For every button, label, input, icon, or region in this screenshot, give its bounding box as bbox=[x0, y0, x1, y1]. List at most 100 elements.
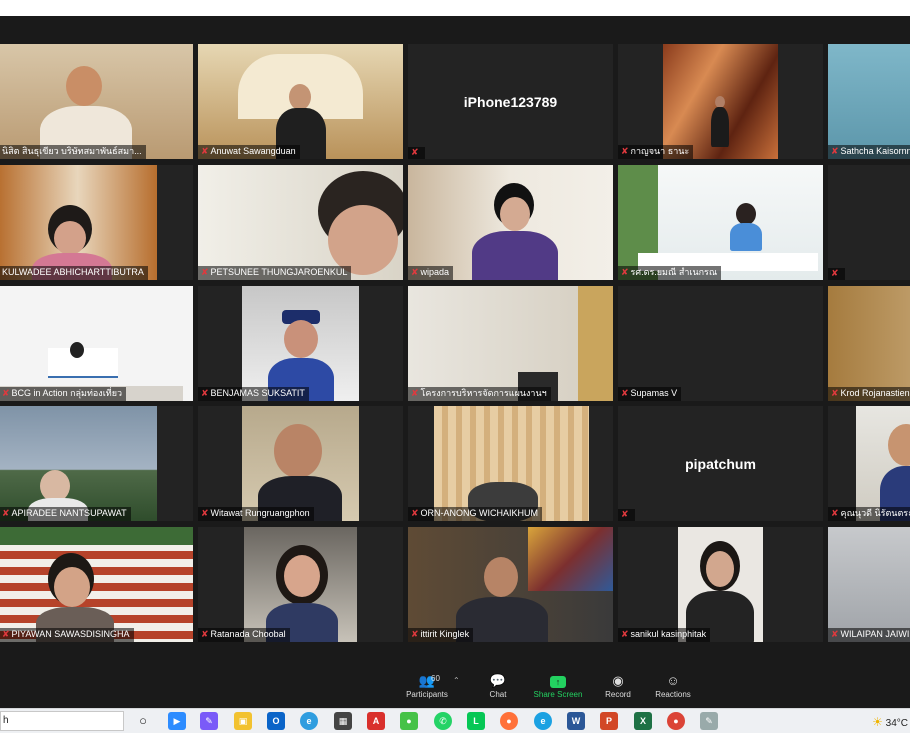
participant-name-label: ✘ APIRADEE NANTSUPAWAT bbox=[0, 507, 131, 521]
participant-tile[interactable]: ✘ WILAIPAN JAIWIL bbox=[828, 527, 910, 642]
participants-button[interactable]: 👥 60 ⌃ Participants bbox=[397, 672, 460, 699]
participant-name: คุณนุวดี นิรัตนตระกูล bbox=[840, 508, 910, 518]
participant-video bbox=[198, 44, 403, 159]
reactions-icon: ☺ bbox=[666, 673, 680, 688]
mic-muted-icon: ✘ bbox=[411, 388, 419, 398]
store-icon[interactable]: ▦ bbox=[334, 712, 352, 730]
mic-muted-icon: ✘ bbox=[201, 388, 209, 398]
participant-tile[interactable]: ✘ Witawat Rungruangphon bbox=[198, 406, 403, 521]
mic-muted-icon: ✘ bbox=[411, 267, 419, 277]
chevron-up-icon[interactable]: ⌃ bbox=[453, 676, 460, 685]
outlook-icon[interactable]: O bbox=[267, 712, 285, 730]
participant-name-label: ✘ bbox=[828, 268, 845, 280]
participant-tile[interactable]: ✘ Krod Rojanastien bbox=[828, 286, 910, 401]
participant-name: รศ.ดร.ยมณี สำเนกรณ bbox=[630, 267, 718, 277]
share-screen-icon: ↑ bbox=[528, 672, 588, 690]
participant-name: sanikul kasinphitak bbox=[630, 629, 707, 639]
mic-muted-icon: ✘ bbox=[621, 629, 629, 639]
firefox-icon[interactable]: ● bbox=[500, 712, 518, 730]
participant-tile[interactable]: ✘ Supamas V bbox=[618, 286, 823, 401]
participant-tile[interactable]: KULWADEE ABHICHARTTIBUTRA bbox=[0, 165, 193, 280]
participant-name: BENJAMAS SUKSATIT bbox=[210, 388, 305, 398]
wechat-icon[interactable]: ● bbox=[400, 712, 418, 730]
chrome-icon[interactable]: ● bbox=[667, 712, 685, 730]
participant-name: Supamas V bbox=[630, 388, 678, 398]
participant-tile[interactable]: ✘ Ratanada Choobal bbox=[198, 527, 403, 642]
participant-tile[interactable]: ✘ BCG in Action กลุ่มท่องเที่ยว bbox=[0, 286, 193, 401]
zoom-icon[interactable]: ▶ bbox=[168, 712, 186, 730]
participant-tile[interactable]: ✘ รศ.ดร.ยมณี สำเนกรณ bbox=[618, 165, 823, 280]
record-button[interactable]: ◉ Record bbox=[588, 672, 648, 699]
participant-tile[interactable]: ✘ wipada bbox=[408, 165, 613, 280]
participant-tile[interactable]: ✘ APIRADEE NANTSUPAWAT bbox=[0, 406, 193, 521]
mic-muted-icon: ✘ bbox=[831, 268, 839, 278]
participant-name: ittirit Kinglek bbox=[420, 629, 470, 639]
participant-name-label: ✘ bbox=[408, 147, 425, 159]
window-top-strip bbox=[0, 0, 910, 16]
word-icon[interactable]: W bbox=[567, 712, 585, 730]
participant-tile[interactable]: ✘ Anuwat Sawangduan bbox=[198, 44, 403, 159]
participant-display-name: iPhone123789 bbox=[463, 93, 558, 110]
participant-tile[interactable]: ✘ sanikul kasinphitak bbox=[618, 527, 823, 642]
participant-name: Krod Rojanastien bbox=[840, 388, 910, 398]
participant-tile[interactable]: ✘ กาญจนา ธานะ bbox=[618, 44, 823, 159]
reactions-button[interactable]: ☺ Reactions bbox=[643, 672, 703, 699]
participant-video bbox=[408, 406, 613, 521]
mic-muted-icon: ✘ bbox=[621, 146, 629, 156]
participant-tile[interactable]: ✘ โครงการบริหารจัดการแผนงานฯ bbox=[408, 286, 613, 401]
mic-muted-icon: ✘ bbox=[831, 508, 839, 518]
participant-tile[interactable]: อารัญ ✘ bbox=[828, 165, 910, 280]
participant-video bbox=[408, 165, 613, 280]
participant-video bbox=[618, 165, 823, 280]
participant-tile[interactable]: ✘ PETSUNEE THUNGJAROENKUL bbox=[198, 165, 403, 280]
participant-name-label: ✘ Supamas V bbox=[618, 387, 682, 401]
mic-muted-icon: ✘ bbox=[621, 509, 629, 519]
chat-label: Chat bbox=[489, 690, 507, 699]
excel-icon[interactable]: X bbox=[634, 712, 652, 730]
participant-tile[interactable]: ✘ ittirit Kinglek bbox=[408, 527, 613, 642]
participant-name-label: นิสิต สินธุเขียว บริษัทสมาพันธ์สมา... bbox=[0, 145, 146, 159]
mic-muted-icon: ✘ bbox=[411, 147, 419, 157]
edge-icon[interactable]: e bbox=[534, 712, 552, 730]
participant-tile[interactable]: pipatchum ✘ bbox=[618, 406, 823, 521]
mic-muted-icon: ✘ bbox=[831, 388, 839, 398]
participant-tile[interactable]: นิสิต สินธุเขียว บริษัทสมาพันธ์สมา... bbox=[0, 44, 193, 159]
mic-muted-icon: ✘ bbox=[201, 629, 209, 639]
participant-tile[interactable]: ✘คุณนุวดี นิรัตนตระกูล bbox=[828, 406, 910, 521]
taskbar-search-input[interactable]: h bbox=[0, 711, 124, 731]
participant-name-label: ✘ wipada bbox=[408, 266, 454, 280]
participant-name-label: ✘ sanikul kasinphitak bbox=[618, 628, 711, 642]
file-explorer-icon[interactable]: ▣ bbox=[234, 712, 252, 730]
participant-tile[interactable]: iPhone123789 ✘ bbox=[408, 44, 613, 159]
edge-legacy-icon[interactable]: e bbox=[300, 712, 318, 730]
line-icon[interactable]: L bbox=[467, 712, 485, 730]
participant-video bbox=[618, 44, 823, 159]
mic-muted-icon: ✘ bbox=[201, 146, 209, 156]
participant-tile[interactable]: ✘ PIYAWAN SAWASDISINGHA bbox=[0, 527, 193, 642]
participant-name: Sathcha Kaisornn bbox=[840, 146, 910, 156]
whatsapp-icon[interactable]: ✆ bbox=[434, 712, 452, 730]
participant-name: ORN-ANONG WICHAIKHUM bbox=[420, 508, 539, 518]
participant-tile[interactable]: ✘ Sathcha Kaisornn bbox=[828, 44, 910, 159]
participant-tile[interactable]: ✘ BENJAMAS SUKSATIT bbox=[198, 286, 403, 401]
notes-icon[interactable]: ✎ bbox=[200, 712, 218, 730]
participants-count: 60 bbox=[431, 674, 440, 683]
participant-name: WILAIPAN JAIWIL bbox=[840, 629, 910, 639]
participant-display-name: pipatchum bbox=[685, 455, 756, 472]
chat-button[interactable]: 💬 Chat bbox=[468, 672, 528, 699]
mic-muted-icon: ✘ bbox=[831, 146, 839, 156]
task-view-icon[interactable]: ○ bbox=[134, 712, 152, 730]
participant-name-label: ✘ WILAIPAN JAIWIL bbox=[828, 628, 910, 642]
participant-name: นิสิต สินธุเขียว บริษัทสมาพันธ์สมา... bbox=[2, 146, 142, 156]
weather-temperature: 34°C bbox=[885, 718, 908, 729]
powerpoint-icon[interactable]: P bbox=[600, 712, 618, 730]
weather-widget[interactable]: ☀ 34°C bbox=[872, 715, 908, 729]
meeting-controls-bar: 👥 60 ⌃ Participants 💬 Chat ↑ Share Scree… bbox=[0, 668, 910, 708]
share-screen-button[interactable]: ↑ Share Screen bbox=[528, 672, 588, 699]
participant-name-label: ✘ BCG in Action กลุ่มท่องเที่ยว bbox=[0, 387, 127, 401]
participant-name: โครงการบริหารจัดการแผนงานฯ bbox=[420, 388, 547, 398]
pdf-icon[interactable]: A bbox=[367, 712, 385, 730]
participant-name: KULWADEE ABHICHARTTIBUTRA bbox=[2, 267, 144, 277]
paint-icon[interactable]: ✎ bbox=[700, 712, 718, 730]
participant-tile[interactable]: ✘ ORN-ANONG WICHAIKHUM bbox=[408, 406, 613, 521]
